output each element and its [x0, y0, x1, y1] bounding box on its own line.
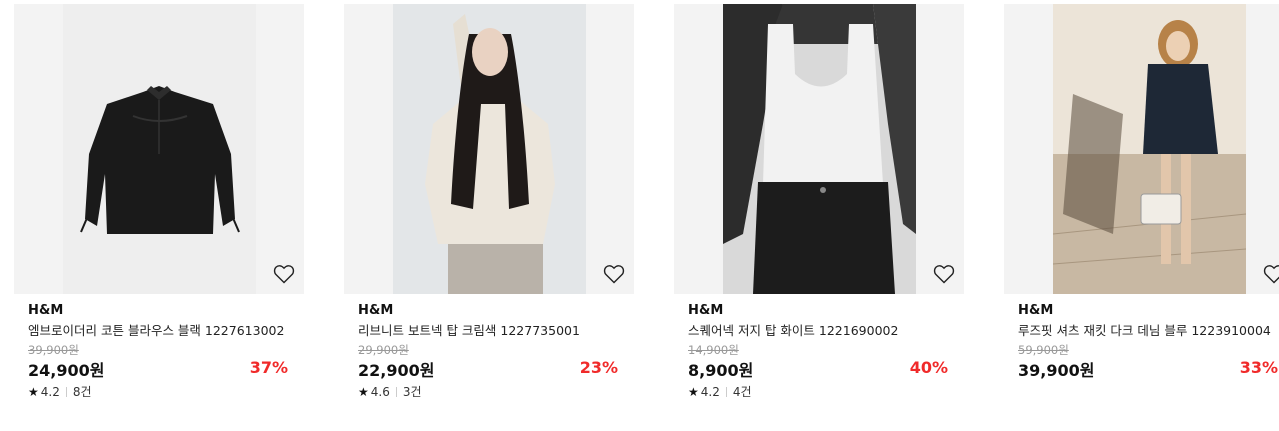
- star-icon: ★: [688, 384, 699, 399]
- review-count: 4건: [732, 385, 752, 399]
- product-card[interactable]: H&M 루즈핏 셔츠 재킷 다크 데님 블루 1223910004 59,900…: [1004, 0, 1279, 410]
- original-price: 59,900원: [1018, 343, 1069, 357]
- rating-row: ★ 4.2 8건: [28, 383, 92, 400]
- rating-value: 4.6: [370, 384, 390, 399]
- product-image-frame[interactable]: [674, 4, 964, 294]
- original-price: 29,900원: [358, 343, 409, 357]
- product-image-frame[interactable]: [1004, 4, 1279, 294]
- wishlist-heart-icon[interactable]: [272, 262, 296, 286]
- star-icon: ★: [358, 384, 369, 399]
- product-photo: [393, 4, 586, 294]
- divider: [395, 386, 397, 397]
- product-brand[interactable]: H&M: [28, 303, 63, 318]
- product-image-frame[interactable]: [344, 4, 634, 294]
- product-card[interactable]: H&M 엠브로이더리 코튼 블라우스 블랙 1227613002 39,900원…: [14, 0, 304, 410]
- sale-price: 8,900원: [688, 361, 754, 380]
- product-photo: [1053, 4, 1246, 294]
- wishlist-heart-icon[interactable]: [602, 262, 626, 286]
- product-image-frame[interactable]: [14, 4, 304, 294]
- product-name[interactable]: 스퀘어넥 저지 탑 화이트 1221690002: [688, 320, 898, 339]
- rating-row: ★ 4.6 3건: [358, 383, 422, 400]
- divider: [725, 386, 727, 397]
- product-brand[interactable]: H&M: [1018, 303, 1053, 318]
- product-photo: [63, 4, 256, 294]
- star-icon: ★: [28, 384, 39, 399]
- wishlist-heart-icon[interactable]: [932, 262, 956, 286]
- sale-price: 22,900원: [358, 361, 435, 380]
- sale-price: 24,900원: [28, 361, 105, 380]
- review-count: 3건: [402, 385, 422, 399]
- product-brand[interactable]: H&M: [688, 303, 723, 318]
- review-count: 8건: [72, 385, 92, 399]
- divider: [65, 386, 67, 397]
- discount-rate: 33%: [1239, 358, 1278, 377]
- original-price: 39,900원: [28, 343, 79, 357]
- discount-rate: 40%: [909, 358, 948, 377]
- product-card[interactable]: H&M 리브니트 보트넥 탑 크림색 1227735001 29,900원 22…: [344, 0, 634, 410]
- wishlist-heart-icon[interactable]: [1262, 262, 1279, 286]
- original-price: 14,900원: [688, 343, 739, 357]
- product-name[interactable]: 리브니트 보트넥 탑 크림색 1227735001: [358, 320, 580, 339]
- product-photo: [723, 4, 916, 294]
- discount-rate: 37%: [249, 358, 288, 377]
- rating-value: 4.2: [40, 384, 60, 399]
- product-name[interactable]: 엠브로이더리 코튼 블라우스 블랙 1227613002: [28, 320, 284, 339]
- discount-rate: 23%: [579, 358, 618, 377]
- rating-row: ★ 4.2 4건: [688, 383, 752, 400]
- product-name[interactable]: 루즈핏 셔츠 재킷 다크 데님 블루 1223910004: [1018, 320, 1271, 339]
- product-brand[interactable]: H&M: [358, 303, 393, 318]
- rating-value: 4.2: [700, 384, 720, 399]
- product-card[interactable]: H&M 스퀘어넥 저지 탑 화이트 1221690002 14,900원 8,9…: [674, 0, 964, 410]
- sale-price: 39,900원: [1018, 361, 1095, 380]
